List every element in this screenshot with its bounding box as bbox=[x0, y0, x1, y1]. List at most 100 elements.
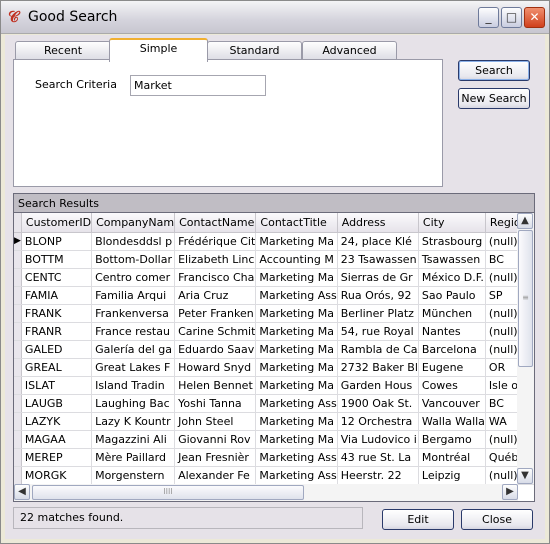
row-selector[interactable] bbox=[14, 394, 22, 413]
table-row[interactable]: ISLAT Island Tradin Helen Bennet Marketing … bbox=[14, 376, 534, 395]
table-row[interactable]: GALED Galería del ga Eduardo Saav Marketing… bbox=[14, 340, 534, 359]
table-row[interactable]: FRANK Frankenversa Peter Franken Marketing … bbox=[14, 304, 534, 323]
column-header-companyname[interactable]: CompanyNam bbox=[91, 213, 176, 233]
table-cell[interactable]: Montréal bbox=[418, 448, 486, 467]
close-window-button[interactable]: ✕ bbox=[524, 7, 545, 28]
table-cell[interactable]: Blondesddsl p bbox=[91, 232, 176, 251]
table-cell[interactable]: Marketing Ma bbox=[255, 376, 338, 395]
table-cell[interactable]: France restau bbox=[91, 322, 176, 341]
table-cell[interactable]: 54, rue Royal bbox=[337, 322, 419, 341]
table-cell[interactable]: Giovanni Rov bbox=[174, 430, 257, 449]
scroll-down-arrow[interactable]: ▼ bbox=[517, 468, 533, 484]
table-cell[interactable]: 1900 Oak St. bbox=[337, 394, 419, 413]
row-selector[interactable] bbox=[14, 466, 22, 485]
table-cell[interactable]: Frankenversa bbox=[91, 304, 176, 323]
row-selector[interactable] bbox=[14, 430, 22, 449]
table-cell[interactable]: Leipzig bbox=[418, 466, 486, 485]
table-cell[interactable]: BLONP bbox=[21, 232, 93, 251]
table-cell[interactable]: Helen Bennet bbox=[174, 376, 257, 395]
row-selector[interactable] bbox=[14, 358, 22, 377]
table-cell[interactable]: MEREP bbox=[21, 448, 93, 467]
table-cell[interactable]: FAMIA bbox=[21, 286, 93, 305]
table-cell[interactable]: Francisco Cha bbox=[174, 268, 257, 287]
table-cell[interactable]: Marketing Ma bbox=[255, 358, 338, 377]
table-cell[interactable]: Galería del ga bbox=[91, 340, 176, 359]
table-cell[interactable]: Frédérique Cit bbox=[174, 232, 257, 251]
table-row[interactable]: GREAL Great Lakes F Howard Snyd Marketing M… bbox=[14, 358, 534, 377]
title-bar[interactable]: 𝒞 Good Search _ □ ✕ bbox=[1, 1, 549, 34]
scroll-right-arrow[interactable]: ▶ bbox=[502, 484, 518, 500]
table-cell[interactable]: 43 rue St. La bbox=[337, 448, 419, 467]
row-selector[interactable] bbox=[14, 268, 22, 287]
table-cell[interactable]: Marketing Ma bbox=[255, 412, 338, 431]
table-cell[interactable]: Marketing Ass bbox=[255, 286, 338, 305]
row-selector[interactable]: ▶ bbox=[14, 232, 22, 251]
table-cell[interactable]: Jean Fresnièr bbox=[174, 448, 257, 467]
table-row[interactable]: FAMIA Familia Arqui Aria Cruz Marketing Ass… bbox=[14, 286, 534, 305]
column-header-contacttitle[interactable]: ContactTitle bbox=[255, 213, 338, 233]
table-cell[interactable]: Laughing Bac bbox=[91, 394, 176, 413]
table-cell[interactable]: Heerstr. 22 bbox=[337, 466, 419, 485]
column-header-address[interactable]: Address bbox=[337, 213, 419, 233]
table-cell[interactable]: LAUGB bbox=[21, 394, 93, 413]
table-cell[interactable]: México D.F. bbox=[418, 268, 486, 287]
close-button[interactable]: Close bbox=[461, 509, 533, 530]
table-cell[interactable]: Cowes bbox=[418, 376, 486, 395]
table-cell[interactable]: Sao Paulo bbox=[418, 286, 486, 305]
table-row[interactable]: CENTC Centro comer Francisco Cha Marketing … bbox=[14, 268, 534, 287]
table-row[interactable]: MEREP Mère Paillard Jean Fresnièr Marketing… bbox=[14, 448, 534, 467]
table-cell[interactable]: MAGAA bbox=[21, 430, 93, 449]
table-cell[interactable]: Familia Arqui bbox=[91, 286, 176, 305]
table-cell[interactable]: FRANK bbox=[21, 304, 93, 323]
table-row[interactable]: MAGAA Magazzini Ali Giovanni Rov Marketing … bbox=[14, 430, 534, 449]
table-cell[interactable]: Marketing Ma bbox=[255, 430, 338, 449]
tab-recent[interactable]: Recent bbox=[15, 41, 111, 60]
table-cell[interactable]: 2732 Baker Bl bbox=[337, 358, 419, 377]
table-cell[interactable]: MORGK bbox=[21, 466, 93, 485]
column-header-contactname[interactable]: ContactName bbox=[174, 213, 257, 233]
table-cell[interactable]: Walla Walla bbox=[418, 412, 486, 431]
table-cell[interactable]: Peter Franken bbox=[174, 304, 257, 323]
search-criteria-input[interactable]: Market bbox=[130, 75, 266, 96]
table-cell[interactable]: Bottom-Dollar bbox=[91, 250, 176, 269]
table-cell[interactable]: Magazzini Ali bbox=[91, 430, 176, 449]
vertical-scroll-thumb[interactable]: ≡ bbox=[518, 230, 533, 367]
row-selector[interactable] bbox=[14, 322, 22, 341]
row-selector[interactable] bbox=[14, 376, 22, 395]
row-selector[interactable] bbox=[14, 412, 22, 431]
table-cell[interactable]: 12 Orchestra bbox=[337, 412, 419, 431]
table-cell[interactable]: Bergamo bbox=[418, 430, 486, 449]
table-cell[interactable]: Vancouver bbox=[418, 394, 486, 413]
table-cell[interactable]: GALED bbox=[21, 340, 93, 359]
table-cell[interactable]: 23 Tsawassen bbox=[337, 250, 419, 269]
table-cell[interactable]: Sierras de Gr bbox=[337, 268, 419, 287]
search-button[interactable]: Search bbox=[458, 60, 530, 81]
table-cell[interactable]: ISLAT bbox=[21, 376, 93, 395]
table-cell[interactable]: Strasbourg bbox=[418, 232, 486, 251]
horizontal-scroll-thumb[interactable]: IIII bbox=[32, 485, 304, 500]
table-row[interactable]: LAZYK Lazy K Kountr John Steel Marketing Ma… bbox=[14, 412, 534, 431]
table-cell[interactable]: Nantes bbox=[418, 322, 486, 341]
table-cell[interactable]: Marketing Ma bbox=[255, 322, 338, 341]
table-cell[interactable]: Rua Orós, 92 bbox=[337, 286, 419, 305]
row-selector[interactable] bbox=[14, 448, 22, 467]
tab-standard[interactable]: Standard bbox=[207, 41, 302, 60]
table-cell[interactable]: Via Ludovico i bbox=[337, 430, 419, 449]
tab-advanced[interactable]: Advanced bbox=[302, 41, 397, 60]
table-cell[interactable]: LAZYK bbox=[21, 412, 93, 431]
table-cell[interactable]: Aria Cruz bbox=[174, 286, 257, 305]
table-cell[interactable]: Berliner Platz bbox=[337, 304, 419, 323]
horizontal-scrollbar[interactable]: ◀ IIII ▶ bbox=[14, 484, 518, 501]
table-cell[interactable]: Morgenstern bbox=[91, 466, 176, 485]
vertical-scrollbar[interactable]: ▲ ≡ ▼ bbox=[517, 213, 534, 484]
table-cell[interactable]: GREAL bbox=[21, 358, 93, 377]
table-cell[interactable]: Alexander Fe bbox=[174, 466, 257, 485]
tab-simple[interactable]: Simple bbox=[109, 38, 208, 62]
table-cell[interactable]: Great Lakes F bbox=[91, 358, 176, 377]
table-cell[interactable]: Eduardo Saav bbox=[174, 340, 257, 359]
column-header-customerid[interactable]: CustomerID bbox=[21, 213, 93, 233]
table-cell[interactable]: 24, place Klé bbox=[337, 232, 419, 251]
table-cell[interactable]: Lazy K Kountr bbox=[91, 412, 176, 431]
table-row[interactable]: MORGK Morgenstern Alexander Fe Marketing As… bbox=[14, 466, 534, 485]
row-selector[interactable] bbox=[14, 304, 22, 323]
